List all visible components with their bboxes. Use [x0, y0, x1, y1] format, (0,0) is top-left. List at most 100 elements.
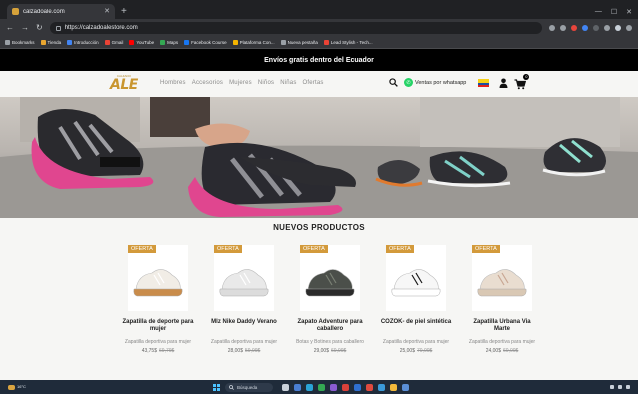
hero-banner[interactable]: [0, 97, 638, 218]
menu-dots-icon[interactable]: [626, 25, 632, 31]
nav-link[interactable]: Niñas: [280, 80, 296, 86]
app-icon[interactable]: [329, 383, 337, 391]
product-image[interactable]: OFERTA: [300, 245, 360, 311]
bookmarks-bar: Bookmarks Tienda Introducción Gmail YouTube M…: [0, 37, 638, 49]
bookmark-item[interactable]: Gmail: [104, 40, 123, 45]
extension-icon[interactable]: [571, 25, 577, 31]
task-view-icon[interactable]: [281, 383, 289, 391]
product-card[interactable]: OFERTA Mlz Nike Daddy Verano Zapatilla dep…: [211, 245, 277, 354]
user-icon[interactable]: [499, 78, 508, 88]
section-title: NUEVOS PRODUCTOS: [273, 223, 365, 232]
close-window-icon[interactable]: ✕: [626, 8, 632, 16]
product-name[interactable]: COZOK- de piel sintética: [380, 319, 452, 335]
bookmark-item[interactable]: Facebook Course: [184, 40, 227, 45]
product-description: Botas y Botines para caballero: [296, 339, 364, 345]
lock-icon: [55, 25, 61, 31]
nav-link[interactable]: Ofertas: [303, 80, 324, 86]
extension-icon[interactable]: [549, 25, 555, 31]
product-name[interactable]: Zapato Adventure para caballero: [294, 319, 366, 335]
product-price: 25,00$: [399, 348, 415, 354]
app-icon[interactable]: [353, 383, 361, 391]
bookmark-item[interactable]: Tienda: [40, 40, 61, 45]
bookmark-item[interactable]: Nueva pestaña: [280, 40, 318, 45]
bookmark-item[interactable]: YouTube: [129, 40, 154, 45]
app-icon[interactable]: [401, 383, 409, 391]
forward-icon[interactable]: →: [21, 24, 29, 32]
bookmark-item[interactable]: Bookmarks: [5, 40, 35, 45]
product-name[interactable]: Mlz Nike Daddy Verano: [208, 319, 280, 335]
bookmark-icon: [280, 40, 286, 45]
address-bar-row: ← → ↻ https://calzadoalestore.com: [0, 19, 638, 37]
bookmark-item[interactable]: Plataforma Con...: [232, 40, 275, 45]
bookmark-label: Introducción: [74, 40, 99, 45]
start-button[interactable]: [212, 383, 220, 391]
tray-icon[interactable]: [610, 385, 614, 389]
search-icon[interactable]: [389, 78, 398, 87]
profile-icon[interactable]: [615, 25, 621, 31]
taskbar-search[interactable]: Búsqueda: [224, 382, 273, 392]
site-header: CALZADO ALE Hombres Accesorios Mujeres Niño…: [0, 71, 638, 97]
nav-link[interactable]: Mujeres: [229, 80, 252, 86]
extension-icon[interactable]: [593, 25, 599, 31]
new-tab-button[interactable]: +: [121, 4, 127, 19]
browser-tab[interactable]: calzadoale.com ✕: [7, 4, 115, 19]
whatsapp-link[interactable]: ✆ Ventas por whatsapp: [404, 78, 466, 87]
product-prices: 43,75$ 69,79$: [142, 348, 175, 354]
tray-icon[interactable]: [626, 385, 630, 389]
bookmark-item[interactable]: Lead Stylish - Tech...: [323, 40, 373, 45]
app-icon[interactable]: [341, 383, 349, 391]
ecuador-flag-icon[interactable]: [478, 78, 490, 87]
product-old-price: 60,99$: [331, 348, 347, 354]
file-explorer-icon[interactable]: [389, 383, 397, 391]
product-card[interactable]: OFERTA Zapatilla de deporte para mujer Zap…: [122, 245, 194, 354]
offer-badge: OFERTA: [128, 245, 156, 253]
bookmark-icon: [40, 40, 46, 45]
back-icon[interactable]: ←: [6, 24, 14, 32]
app-icon[interactable]: [365, 383, 373, 391]
nav-link[interactable]: Hombres: [160, 80, 186, 86]
product-image[interactable]: OFERTA: [128, 245, 188, 311]
bookmark-label: Maps: [167, 40, 179, 45]
extension-icon[interactable]: [582, 25, 588, 31]
product-image[interactable]: OFERTA: [386, 245, 446, 311]
nav-link[interactable]: Niños: [258, 80, 274, 86]
weather-widget[interactable]: 16°C: [8, 384, 26, 390]
product-card[interactable]: OFERTA Zapatilla Urbana Via Marte Zapatill…: [469, 245, 535, 354]
site-logo[interactable]: CALZADO ALE: [110, 75, 138, 93]
promo-text: Envíos gratis dentro del Ecuador: [264, 56, 374, 64]
shoe-image: [477, 269, 527, 297]
cart-count-badge: 0: [523, 74, 530, 80]
product-card[interactable]: OFERTA Zapato Adventure para caballero Bot…: [294, 245, 366, 354]
tab-title: calzadoale.com: [23, 8, 65, 15]
app-icon[interactable]: [377, 383, 385, 391]
bookmark-item[interactable]: Introducción: [67, 40, 99, 45]
whatsapp-icon: ✆: [404, 78, 413, 87]
minimize-icon[interactable]: —: [595, 8, 602, 15]
product-prices: 29,00$ 60,99$: [314, 348, 347, 354]
widgets-icon[interactable]: [293, 383, 301, 391]
chrome-icon[interactable]: [317, 383, 325, 391]
product-price: 28,00$: [227, 348, 243, 354]
extension-icon[interactable]: [560, 25, 566, 31]
nav-link[interactable]: Accesorios: [192, 80, 223, 86]
product-name[interactable]: Zapatilla Urbana Via Marte: [466, 319, 538, 335]
product-old-price: 69,79$: [159, 348, 175, 354]
product-image[interactable]: OFERTA: [214, 245, 274, 311]
bookmark-label: Nueva pestaña: [287, 40, 318, 45]
product-card[interactable]: OFERTA COZOK- de piel sintética Zapatilla …: [380, 245, 452, 354]
tray-icon[interactable]: [618, 385, 622, 389]
edge-icon[interactable]: [305, 383, 313, 391]
puzzle-icon[interactable]: [604, 25, 610, 31]
product-name[interactable]: Zapatilla de deporte para mujer: [122, 319, 194, 335]
cart-button[interactable]: 0: [514, 74, 530, 90]
url-input[interactable]: https://calzadoalestore.com: [49, 22, 542, 34]
bookmark-item[interactable]: Maps: [160, 40, 178, 45]
cart-icon: [514, 79, 527, 90]
search-icon: [229, 384, 234, 390]
tab-close-icon[interactable]: ✕: [104, 8, 110, 15]
bookmark-label: Bookmarks: [12, 40, 35, 45]
product-image[interactable]: OFERTA: [472, 245, 532, 311]
maximize-icon[interactable]: ☐: [611, 8, 617, 16]
reload-icon[interactable]: ↻: [36, 24, 43, 32]
shoe-image: [219, 269, 269, 297]
